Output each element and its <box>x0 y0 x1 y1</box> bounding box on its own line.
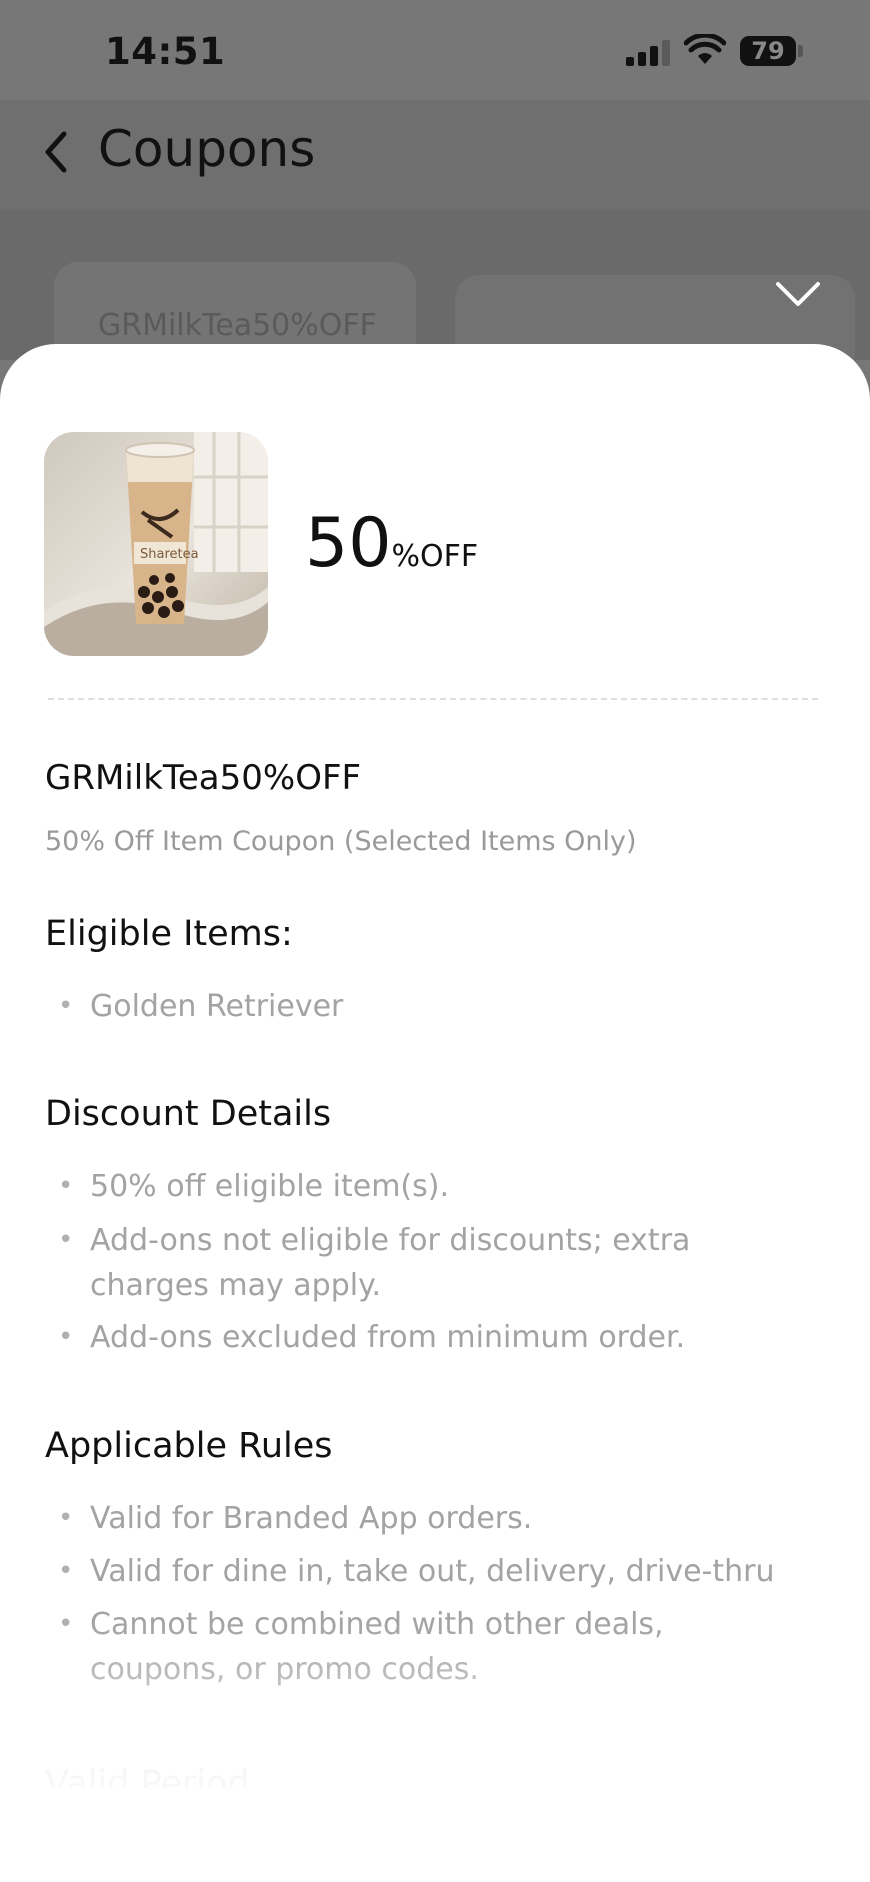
list-item: • Cannot be combined with other deals, c… <box>58 1602 738 1692</box>
bullet-dot: • <box>58 1503 74 1533</box>
milk-tea-cup-illustration: Sharetea <box>44 432 268 656</box>
list-item: • Golden Retriever <box>58 984 818 1029</box>
battery-icon: 79 <box>740 36 796 66</box>
list-item: • Add-ons excluded from minimum order. <box>58 1315 818 1360</box>
status-bar: 14:51 79 <box>0 0 870 100</box>
list-item-text: Valid for dine in, take out, delivery, d… <box>90 1554 775 1589</box>
bullet-dot: • <box>58 1556 74 1586</box>
chevron-left-icon[interactable] <box>40 130 70 174</box>
page-title: Coupons <box>98 120 316 178</box>
discount-amount: 50%OFF <box>305 504 478 583</box>
discount-unit: %OFF <box>391 539 479 574</box>
product-image: Sharetea <box>44 432 268 656</box>
list-item-text: 50% off eligible item(s). <box>90 1169 450 1204</box>
chevron-down-icon[interactable] <box>774 278 822 310</box>
status-time: 14:51 <box>105 30 226 73</box>
battery-level: 79 <box>751 37 785 65</box>
valid-period-heading: Valid Period <box>45 1764 250 1788</box>
list-item-text: Add-ons not eligible for discounts; extr… <box>90 1223 691 1303</box>
applicable-rules-heading: Applicable Rules <box>45 1426 333 1466</box>
list-item-text: Add-ons excluded from minimum order. <box>90 1320 686 1355</box>
list-item: • Valid for Branded App orders. <box>58 1496 818 1541</box>
list-item-text: Cannot be combined with other deals, cou… <box>90 1607 664 1687</box>
wifi-icon <box>684 34 726 64</box>
eligible-items-heading: Eligible Items: <box>45 914 293 954</box>
discount-value: 50 <box>305 504 392 583</box>
battery-tip <box>798 45 803 57</box>
dashed-divider <box>48 698 818 700</box>
list-item-text: Valid for Branded App orders. <box>90 1501 533 1536</box>
list-item: • Add-ons not eligible for discounts; ex… <box>58 1218 738 1308</box>
cellular-signal-icon <box>626 40 670 66</box>
bullet-dot: • <box>58 991 74 1021</box>
coupon-description: 50% Off Item Coupon (Selected Items Only… <box>45 826 637 857</box>
list-item-text: Golden Retriever <box>90 989 344 1024</box>
coupon-card-code: GRMilkTea50%OFF <box>98 308 377 343</box>
bullet-dot: • <box>58 1171 74 1201</box>
coupon-detail-sheet: Sharetea 50%OFF GRMilkTea50%OFF 50% Off … <box>0 344 870 1882</box>
list-item: • Valid for dine in, take out, delivery,… <box>58 1549 858 1594</box>
coupon-code: GRMilkTea50%OFF <box>45 758 362 798</box>
discount-details-heading: Discount Details <box>45 1094 332 1134</box>
bullet-dot: • <box>58 1225 74 1255</box>
list-item: • 50% off eligible item(s). <box>58 1164 818 1209</box>
svg-text:Sharetea: Sharetea <box>140 547 199 562</box>
bullet-dot: • <box>58 1609 74 1639</box>
bullet-dot: • <box>58 1322 74 1352</box>
